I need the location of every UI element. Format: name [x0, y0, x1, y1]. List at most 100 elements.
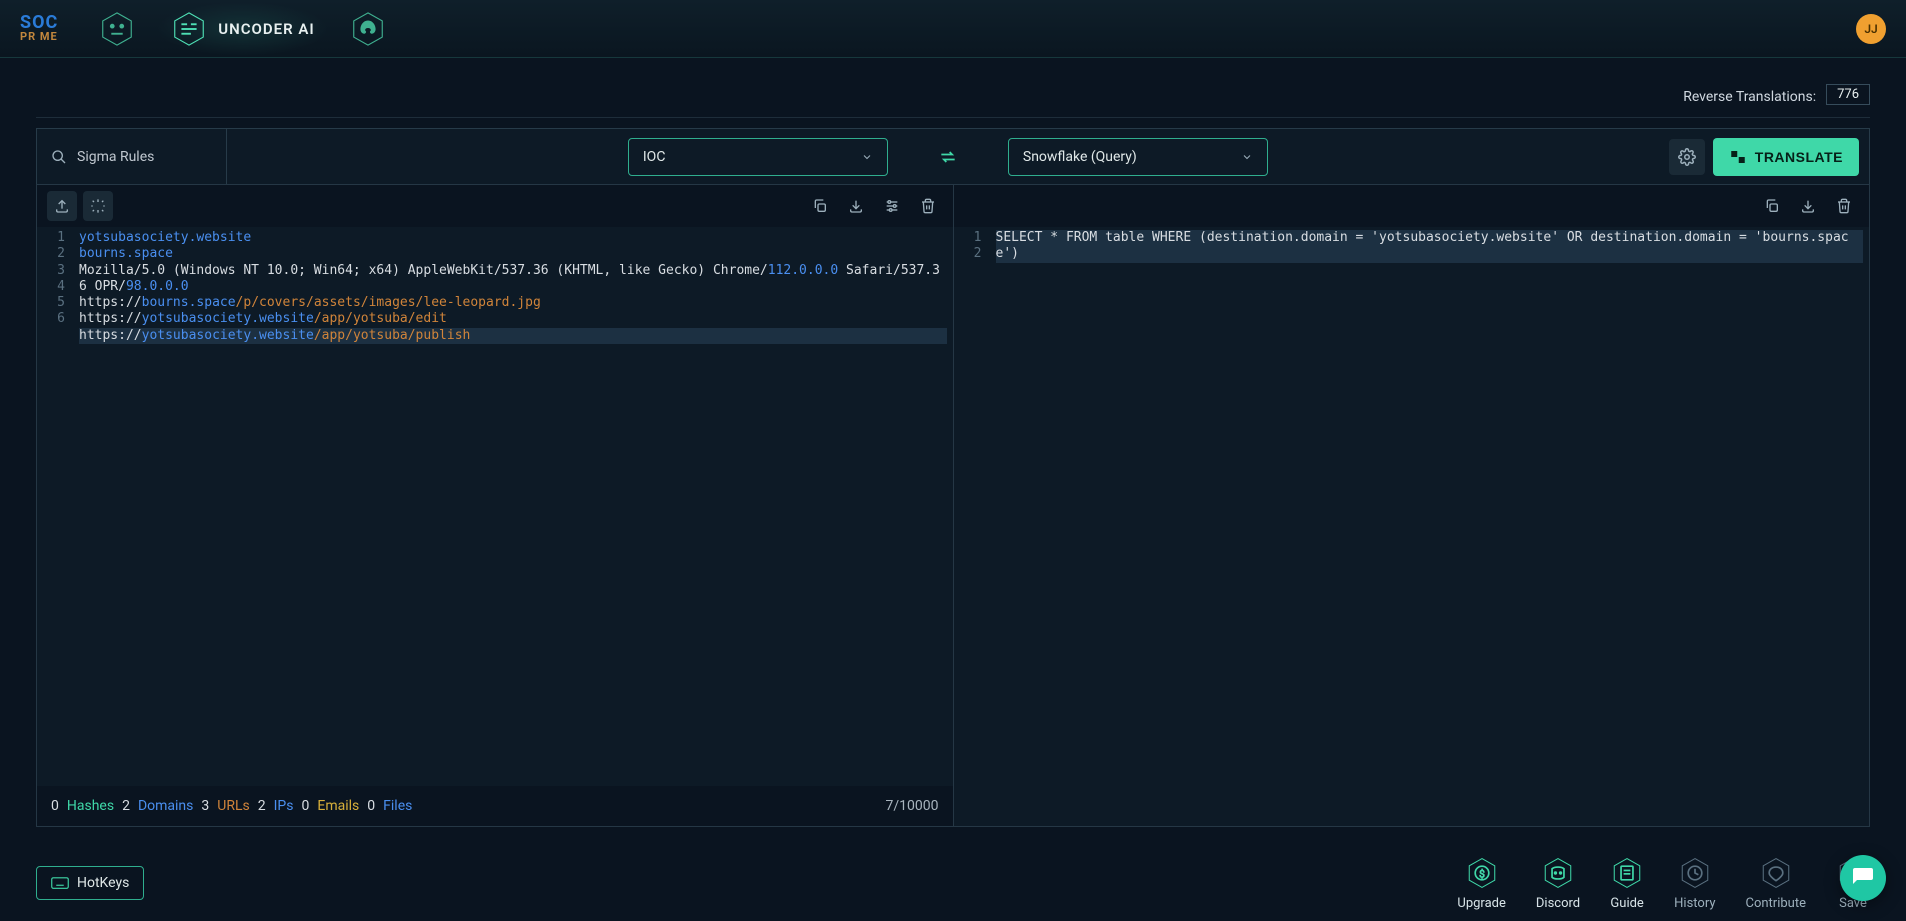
bottom-nav-history[interactable]: History — [1674, 856, 1715, 911]
swap-button[interactable] — [938, 147, 958, 167]
domains-label: Domains — [138, 798, 193, 814]
svg-text:$: $ — [1479, 867, 1485, 880]
target-format-value: Snowflake (Query) — [1023, 149, 1137, 165]
logo-bottom: PR ME — [20, 32, 58, 42]
ips-label: IPs — [274, 798, 294, 814]
right-pane: 12 SELECT * FROM table WHERE (destinatio… — [953, 185, 1870, 826]
delete-right-button[interactable] — [1829, 191, 1859, 221]
uncoder-icon — [170, 10, 208, 48]
chat-fab[interactable] — [1840, 855, 1886, 901]
sigma-rules-label: Sigma Rules — [77, 149, 154, 165]
translate-button[interactable]: TRANSLATE — [1713, 138, 1859, 176]
guide-icon — [1610, 856, 1644, 890]
urls-label: URLs — [217, 798, 249, 814]
left-code[interactable]: yotsubasociety.websitebourns.spaceMozill… — [73, 227, 953, 786]
filter-left-button[interactable] — [877, 191, 907, 221]
bottom-nav: $UpgradeDiscordGuideHistoryContributeSav… — [1457, 856, 1870, 911]
sparkle-icon — [90, 198, 106, 214]
copy-left-button[interactable] — [805, 191, 835, 221]
left-toolbar — [37, 185, 953, 227]
avatar[interactable]: JJ — [1856, 14, 1886, 44]
emails-label: Emails — [317, 798, 359, 814]
left-gutter: 123456 — [37, 227, 73, 786]
right-code[interactable]: SELECT * FROM table WHERE (destination.d… — [990, 227, 1870, 826]
code-line[interactable]: Mozilla/5.0 (Windows NT 10.0; Win64; x64… — [79, 263, 947, 296]
files-label: Files — [383, 798, 412, 814]
hotkeys-label: HotKeys — [77, 875, 129, 891]
download-right-button[interactable] — [1793, 191, 1823, 221]
domains-count: 2 — [122, 798, 130, 814]
upload-icon — [54, 198, 70, 214]
code-line[interactable]: bourns.space — [79, 246, 947, 262]
history-icon — [1678, 856, 1712, 890]
bottom-nav-label: Contribute — [1746, 896, 1807, 911]
copy-icon — [812, 198, 828, 214]
right-gutter: 12 — [954, 227, 990, 826]
right-editor[interactable]: 12 SELECT * FROM table WHERE (destinatio… — [954, 227, 1870, 826]
chat-icon — [1851, 866, 1875, 890]
editor-panes: 123456 yotsubasociety.websitebourns.spac… — [36, 184, 1870, 827]
code-line[interactable]: yotsubasociety.website — [79, 230, 947, 246]
emails-count: 0 — [302, 798, 310, 814]
keyboard-icon — [51, 876, 69, 890]
bottom-nav-label: History — [1674, 896, 1715, 911]
bottom-nav-contribute[interactable]: Contribute — [1746, 856, 1807, 911]
app-title: UNCODER AI — [218, 20, 314, 38]
module-tab-1[interactable] — [98, 10, 136, 48]
settings-button[interactable] — [1669, 139, 1705, 175]
bottom-nav-label: Discord — [1536, 896, 1580, 911]
top-bar: SOC PR ME UNCODER AI JJ — [0, 0, 1906, 58]
module-tab-active[interactable]: UNCODER AI — [156, 2, 328, 56]
main-area: Sigma Rules IOC Snowflake (Query) TRANSL… — [36, 128, 1870, 827]
bottom-nav-guide[interactable]: Guide — [1610, 856, 1644, 911]
hashes-label: Hashes — [67, 798, 114, 814]
reverse-translations-label: Reverse Translations: — [1683, 89, 1816, 105]
urls-count: 3 — [201, 798, 209, 814]
sigma-rules-button[interactable]: Sigma Rules — [37, 129, 227, 184]
files-count: 0 — [367, 798, 375, 814]
left-editor[interactable]: 123456 yotsubasociety.websitebourns.spac… — [37, 227, 953, 786]
code-line[interactable]: https://yotsubasociety.website/app/yotsu… — [79, 311, 947, 327]
magic-button[interactable] — [83, 191, 113, 221]
target-format-dropdown[interactable]: Snowflake (Query) — [1008, 138, 1268, 176]
hotkeys-button[interactable]: HotKeys — [36, 866, 144, 900]
chevron-down-icon — [1241, 151, 1253, 163]
translate-icon — [1729, 148, 1747, 166]
right-controls: TRANSLATE — [1669, 138, 1869, 176]
copy-right-button[interactable] — [1757, 191, 1787, 221]
bottom-nav-label: Upgrade — [1457, 896, 1505, 911]
bottom-nav-label: Guide — [1610, 896, 1643, 911]
download-icon — [848, 198, 864, 214]
sub-strip: Reverse Translations: 776 — [36, 58, 1870, 118]
left-pane: 123456 yotsubasociety.websitebourns.spac… — [37, 185, 953, 826]
code-line[interactable]: https://yotsubasociety.website/app/yotsu… — [79, 328, 947, 344]
delete-left-button[interactable] — [913, 191, 943, 221]
sliders-icon — [884, 198, 900, 214]
download-left-button[interactable] — [841, 191, 871, 221]
gear-icon — [1678, 148, 1696, 166]
char-count: 7/10000 — [886, 798, 939, 814]
trash-icon — [920, 198, 936, 214]
discord-icon — [1541, 856, 1575, 890]
search-icon — [51, 149, 67, 165]
chevron-down-icon — [861, 151, 873, 163]
logo[interactable]: SOC PR ME — [20, 15, 58, 41]
bottom-nav-upgrade[interactable]: $ Upgrade — [1457, 856, 1505, 911]
dropdown-area: IOC Snowflake (Query) — [227, 138, 1669, 176]
module-tabs: UNCODER AI — [98, 2, 386, 56]
bottom-bar: HotKeys $ Upgrade Discord Guide History Contr… — [36, 845, 1870, 921]
trash-icon — [1836, 198, 1852, 214]
hashes-count: 0 — [51, 798, 59, 814]
swap-icon — [938, 147, 958, 167]
contribute-icon — [1759, 856, 1793, 890]
module-tab-3[interactable] — [349, 10, 387, 48]
right-toolbar — [954, 185, 1870, 227]
translate-label: TRANSLATE — [1755, 149, 1843, 165]
ips-count: 2 — [258, 798, 266, 814]
source-format-dropdown[interactable]: IOC — [628, 138, 888, 176]
upload-button[interactable] — [47, 191, 77, 221]
bottom-nav-discord[interactable]: Discord — [1536, 856, 1580, 911]
code-line[interactable]: https://bourns.space/p/covers/assets/ima… — [79, 295, 947, 311]
controls-row: Sigma Rules IOC Snowflake (Query) TRANSL… — [36, 128, 1870, 184]
code-line[interactable]: SELECT * FROM table WHERE (destination.d… — [996, 230, 1864, 263]
